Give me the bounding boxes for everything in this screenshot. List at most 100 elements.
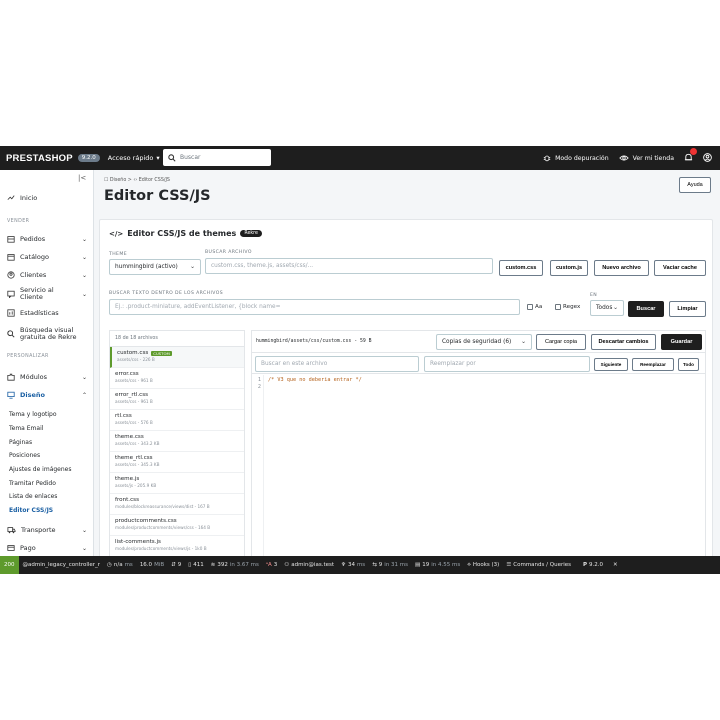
list-item[interactable]: custom.css CUSTOM assets/css - 226 B (110, 347, 244, 368)
list-item[interactable]: theme_rtl.css assets/css - 345.3 KB (110, 452, 244, 473)
route-item[interactable]: @admin_legacy_controller_r (23, 562, 101, 568)
replace-input[interactable]: Reemplazar por (424, 356, 590, 372)
replace-all-button[interactable]: Todo (678, 358, 699, 371)
translations-item[interactable]: ᵃA 3 (266, 562, 277, 568)
submenu-ajustes-imagenes[interactable]: Ajustes de imágenes (9, 466, 72, 473)
list-item[interactable]: list-comments.js modules/productcomments… (110, 536, 244, 557)
section-vender: VENDER (7, 219, 30, 224)
inbox-icon (7, 236, 15, 243)
custom-css-button[interactable]: custom.css (499, 260, 543, 276)
list-item[interactable]: theme.js assets/js - 205.9 KB (110, 473, 244, 494)
chat-icon (7, 290, 15, 298)
cache-item[interactable]: ≋ 392 in 3.67 ms (211, 562, 259, 568)
sidebar-label: Pago (20, 543, 36, 552)
code-line[interactable]: /* V3 que no deberia entrar */ (268, 377, 362, 384)
caret-down-icon: ▾ (156, 154, 160, 162)
list-item[interactable]: rtl.css assets/css - 576 B (110, 410, 244, 431)
memory-item[interactable]: 16.0 MiB (140, 562, 164, 568)
sidebar-item-modulos[interactable]: Módulos ⌄ (7, 373, 87, 381)
forms-item[interactable]: ⇵ 9 (171, 562, 181, 568)
logo[interactable]: PRESTASHOP (6, 153, 73, 164)
hooks-item[interactable]: ⟡ Hooks (3) (467, 562, 499, 569)
submenu-paginas[interactable]: Páginas (9, 439, 32, 446)
sidebar-label: Transporte (21, 525, 56, 534)
save-button[interactable]: Guardar (661, 334, 702, 350)
list-item[interactable]: error_rtl.css assets/css - 961 B (110, 389, 244, 410)
new-file-button[interactable]: Nuevo archivo (594, 260, 649, 276)
desktop-icon (7, 391, 15, 399)
notifications-button[interactable] (684, 147, 697, 164)
list-item[interactable]: error.css assets/css - 961 B (110, 368, 244, 389)
submenu-lista-enlaces[interactable]: Lista de enlaces (9, 493, 57, 500)
case-sensitive-checkbox[interactable]: Aa (527, 304, 542, 310)
sidebar-item-pago[interactable]: Pago ⌄ (7, 544, 87, 552)
twig-item[interactable]: ♆ 34 ms (341, 562, 365, 568)
search-file-input[interactable]: custom.css, theme.js, assets/css/... (205, 258, 493, 274)
account-button[interactable] (703, 152, 712, 164)
submenu-tramitar-pedido[interactable]: Tramitar Pedido (9, 480, 56, 487)
breadcrumb[interactable]: ☐ Diseño > ‹› Editor CSS/JS (104, 178, 170, 183)
files-value: 411 (193, 562, 204, 568)
search-text-input[interactable]: Ej.: .product-miniature, addEventListene… (109, 299, 520, 315)
ps-version-item[interactable]: P 9.2.0 (583, 562, 603, 568)
backups-select[interactable]: Copias de seguridad (6) ⌄ (436, 334, 532, 350)
custom-js-button[interactable]: custom.js (550, 260, 588, 276)
file-path: modules/productcomments/views/css - 164 … (115, 525, 211, 530)
collapse-sidebar-icon[interactable]: |< (78, 174, 86, 182)
sidebar-item-clientes[interactable]: Clientes ⌄ (7, 271, 87, 279)
sidebar-item-estadisticas[interactable]: Estadísticas (7, 309, 87, 317)
view-store-link[interactable]: Ver mi tienda (618, 154, 674, 162)
help-button[interactable]: Ayuda (679, 177, 711, 193)
file-name: rtl.css (115, 413, 132, 419)
sidebar-item-catalogo[interactable]: Catálogo ⌄ (7, 253, 87, 261)
commands-item[interactable]: ☰ Commands / Queries (506, 562, 571, 568)
submenu-posiciones[interactable]: Posiciones (9, 452, 40, 459)
list-item[interactable]: productcomments.css modules/productcomme… (110, 515, 244, 536)
submenu-tema-logotipo[interactable]: Tema y logotipo (9, 411, 57, 418)
quick-access-menu[interactable]: Acceso rápido ▾ (108, 154, 160, 162)
search-input[interactable]: Buscar (163, 149, 271, 166)
sidebar-item-transporte[interactable]: Transporte ⌄ (7, 526, 87, 534)
regex-checkbox[interactable]: Regex (555, 304, 580, 310)
line-number: 1 (257, 377, 261, 383)
cache-icon: ≋ (210, 562, 216, 568)
sidebar-item-inicio[interactable]: Inicio (7, 194, 87, 202)
submenu-editor-cssjs[interactable]: Editor CSS/JS (9, 507, 53, 514)
discard-changes-button[interactable]: Descartar cambios (591, 334, 656, 350)
file-path: assets/css - 343.2 KB (115, 441, 160, 446)
clear-search-button[interactable]: Limpiar (669, 301, 706, 317)
clear-cache-button[interactable]: Vaciar cache (654, 260, 706, 276)
replace-button[interactable]: Reemplazar (632, 358, 674, 371)
scope-select[interactable]: Todos ⌄ (590, 300, 624, 316)
status-badge[interactable]: 200 (0, 556, 19, 574)
user-item[interactable]: ⚇ admin@ias.test (284, 562, 334, 568)
search-text-button[interactable]: Buscar (628, 301, 664, 317)
debug-mode-link[interactable]: Modo depuración (543, 154, 609, 162)
find-next-button[interactable]: Siguiente (594, 358, 628, 371)
list-item[interactable]: theme.css assets/css - 343.2 KB (110, 431, 244, 452)
code-area[interactable]: 1 2 /* V3 que no deberia entrar */ (252, 375, 705, 559)
sidebar-item-servicio[interactable]: Servicio al Cliente ⌄ (7, 287, 87, 301)
file-list: 18 de 18 archivos custom.css CUSTOM asset… (109, 330, 245, 560)
in-label: EN (590, 293, 598, 298)
files-item[interactable]: ▯ 411 (188, 562, 204, 568)
http-item[interactable]: ⇆ 9 in 31 ms (372, 562, 408, 568)
chevron-up-icon: ⌃ (81, 391, 87, 399)
sidebar-item-diseno[interactable]: Diseño ⌃ (7, 391, 87, 399)
theme-select[interactable]: hummingbird (activo) ⌄ (109, 259, 201, 275)
chevron-down-icon: ⌄ (81, 373, 87, 381)
close-icon[interactable]: ✕ (613, 562, 618, 568)
store-icon (7, 254, 15, 261)
sidebar-item-busqueda[interactable]: Búsqueda visual gratuita de Rekre (7, 327, 87, 341)
load-copy-button[interactable]: Cargar copia (536, 334, 586, 350)
submenu-tema-email[interactable]: Tema Email (9, 425, 43, 432)
ps-version-value: 9.2.0 (589, 562, 604, 568)
time-item[interactable]: ◷ n/a ms (107, 562, 133, 568)
find-input[interactable]: Buscar en este archivo (255, 356, 419, 372)
case-sensitive-label: Aa (535, 304, 543, 310)
sidebar-item-pedidos[interactable]: Pedidos ⌄ (7, 235, 87, 243)
file-name: theme.js (115, 476, 140, 482)
db-item[interactable]: ▤ 19 in 4.55 ms (415, 562, 460, 568)
sidebar-label: Pedidos (20, 234, 46, 243)
list-item[interactable]: front.css modules/blockreassurance/views… (110, 494, 244, 515)
